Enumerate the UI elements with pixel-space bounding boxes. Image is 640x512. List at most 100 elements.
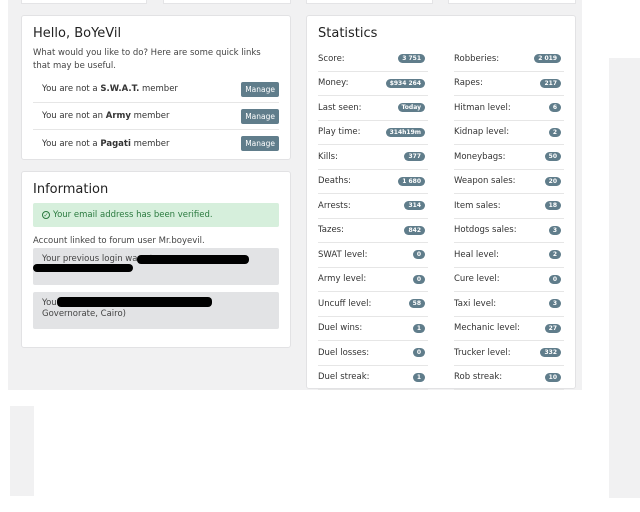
- stat-row: Rapes: 217: [454, 72, 564, 96]
- email-verified-text: Your email address has been verified.: [53, 210, 213, 220]
- top-card-stub: [306, 0, 433, 4]
- membership-prefix: You are not a: [42, 84, 101, 94]
- stat-value-badge: 0: [548, 274, 561, 284]
- stat-row: Item sales: 18: [454, 194, 564, 219]
- stat-row: Play time: 314h19m: [318, 121, 428, 145]
- stat-row: Moneybags: 50: [454, 145, 564, 170]
- stat-label: Mechanic level:: [454, 323, 521, 334]
- stat-label: Duel wins:: [318, 323, 363, 334]
- check-circle-icon: ✓: [42, 211, 50, 219]
- stat-label: Weapon sales:: [454, 176, 516, 187]
- membership-prefix: You are not a: [42, 138, 101, 149]
- stat-value-badge: 3: [548, 299, 561, 309]
- stat-value-badge: 0: [412, 348, 425, 358]
- stat-value-badge: 842: [404, 225, 425, 235]
- top-card-stub: [21, 0, 147, 4]
- stat-row: Rob streak: 10: [454, 366, 564, 390]
- membership-list: You are not a S.W.A.T. member Manage You a…: [33, 76, 279, 157]
- bottom-background-strip: [10, 406, 34, 496]
- membership-row: You are not an Army member Manage: [33, 103, 279, 130]
- stat-value-badge: 3: [548, 225, 561, 235]
- membership-suffix: member: [139, 84, 178, 94]
- stat-value-badge: 2 019: [534, 54, 561, 64]
- stat-label: Army level:: [318, 274, 367, 285]
- stat-value-badge: 18: [544, 201, 561, 211]
- stat-label: Trucker level:: [454, 347, 511, 358]
- manage-button[interactable]: Manage: [241, 136, 279, 151]
- stat-row: Kills: 377: [318, 145, 428, 170]
- stat-value-badge: 58: [408, 299, 425, 309]
- stat-value-badge: 314: [404, 201, 425, 211]
- group-name: S.W.A.T.: [100, 84, 140, 94]
- stat-label: Duel streak:: [318, 372, 370, 383]
- hello-title: Hello, BoYeVil: [33, 26, 122, 41]
- stat-row: Heal level: 2: [454, 243, 564, 268]
- stat-value-badge: 0: [412, 250, 425, 260]
- information-title: Information: [33, 182, 109, 197]
- stats-right-column: Robberies: 2 019 Rapes: 217 Hitman level: 6 Ki…: [454, 47, 564, 390]
- stat-label: Score:: [318, 53, 345, 64]
- stat-label: Rapes:: [454, 78, 483, 89]
- stat-label: Item sales:: [454, 200, 501, 211]
- membership-suffix: member: [130, 138, 170, 149]
- membership-prefix: You are not an: [42, 111, 106, 121]
- stat-label: Robberies:: [454, 53, 500, 64]
- stat-row: Money: $934 264: [318, 72, 428, 96]
- stat-label: Tazes:: [318, 225, 344, 236]
- stat-value-badge: 332: [540, 348, 561, 358]
- stat-value-badge: 2: [548, 250, 561, 260]
- stat-label: Cure level:: [454, 274, 500, 285]
- stat-row: Robberies: 2 019: [454, 47, 564, 72]
- stat-label: Hitman level:: [454, 102, 511, 113]
- stat-value-badge: 314h19m: [385, 127, 425, 137]
- stat-row: Last seen: Today: [318, 96, 428, 121]
- stat-value-badge: 3 751: [398, 54, 425, 64]
- membership-suffix: member: [130, 111, 170, 121]
- top-card-stub: [163, 0, 291, 4]
- membership-row: You are not a S.W.A.T. member Manage: [33, 76, 279, 103]
- stat-label: Uncuff level:: [318, 298, 372, 309]
- right-background-strip: [609, 58, 640, 498]
- membership-row: You are not a Pagati member Manage: [33, 130, 279, 157]
- stat-row: Weapon sales: 20: [454, 170, 564, 194]
- stat-label: Money:: [318, 78, 349, 89]
- stat-row: Duel streak: 1: [318, 366, 428, 390]
- statistics-title: Statistics: [318, 26, 378, 41]
- login-location-box: You Governorate, Cairo): [33, 292, 279, 329]
- group-name: Army: [105, 111, 131, 121]
- stat-label: Taxi level:: [454, 298, 497, 309]
- stat-row: Uncuff level: 58: [318, 292, 428, 317]
- stat-row: Arrests: 314: [318, 194, 428, 219]
- stat-row: Deaths: 1 680: [318, 170, 428, 194]
- stat-value-badge: 1 680: [398, 176, 425, 186]
- manage-button[interactable]: Manage: [241, 108, 279, 124]
- manage-button[interactable]: Manage: [241, 81, 279, 97]
- hello-card: Hello, BoYeVil What would you like to do…: [21, 15, 291, 160]
- stat-label: Deaths:: [318, 176, 351, 187]
- previous-login-box: Your previous login was at: [33, 248, 279, 285]
- stat-value-badge: 20: [544, 176, 561, 186]
- login-location-text: Governorate, Cairo): [42, 309, 126, 319]
- quick-links-text: What would you like to do? Here are some…: [33, 48, 261, 71]
- statistics-card: Statistics Score: 3 751 Money: $934 264 Last…: [306, 15, 576, 390]
- stat-row: SWAT level: 0: [318, 243, 428, 268]
- stat-label: Play time:: [318, 127, 361, 138]
- membership-text: You are not a S.W.A.T. member: [42, 84, 178, 94]
- stat-value-badge: 217: [540, 78, 561, 88]
- forum-link-text: Account linked to forum user Mr.boyevil.: [33, 236, 205, 246]
- stat-value-badge: 0: [412, 274, 425, 284]
- stat-label: Kills:: [318, 151, 338, 162]
- stat-value-badge: Today: [397, 103, 425, 113]
- group-name: Pagati: [100, 138, 131, 149]
- login-location-prefix: You: [42, 298, 57, 308]
- stat-row: Hotdogs sales: 3: [454, 219, 564, 243]
- stat-row: Trucker level: 332: [454, 341, 564, 366]
- stat-value-badge: 2: [548, 127, 561, 137]
- stat-value-badge: 10: [544, 372, 561, 382]
- stat-label: Moneybags:: [454, 151, 506, 162]
- stat-row: Duel wins: 1: [318, 317, 428, 341]
- stat-value-badge: 377: [404, 152, 425, 162]
- stat-row: Kidnap level: 2: [454, 121, 564, 145]
- stat-value-badge: 27: [544, 323, 561, 333]
- stat-value-badge: 50: [544, 152, 561, 162]
